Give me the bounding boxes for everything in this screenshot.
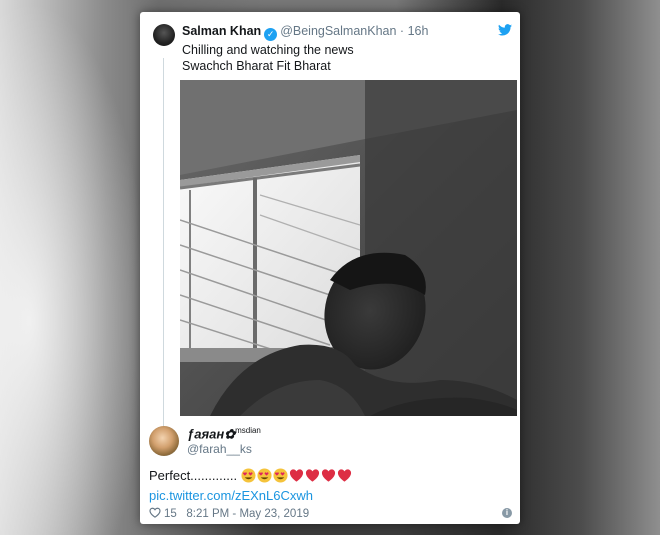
selfie-photo (180, 80, 517, 416)
author-name[interactable]: Salman Khan (182, 24, 261, 38)
reply-avatar[interactable] (149, 426, 179, 456)
red-heart-icon (321, 469, 335, 482)
tweet-photo[interactable] (180, 80, 517, 416)
info-icon[interactable]: i (502, 508, 512, 518)
like-count: 15 (164, 508, 177, 520)
avatar[interactable] (153, 24, 175, 46)
heart-eyes-icon (257, 468, 272, 483)
reply-text-content: Perfect............. (149, 468, 238, 483)
tweet-time[interactable]: 16h (408, 24, 429, 38)
reply-author-handle[interactable]: @farah__ks (187, 442, 252, 456)
thread-line (163, 58, 164, 431)
red-heart-icon (305, 469, 319, 482)
reply-author-name-text: ƒaяaн✿ (187, 426, 236, 442)
reply-author-name[interactable]: ƒaяaн✿msdian (187, 426, 261, 442)
reply-author-name-sup: msdian (235, 426, 261, 435)
photo-link[interactable]: pic.twitter.com/zEXnL6Cxwh (149, 488, 313, 503)
tweet-card: Salman Khan ✓ @BeingSalmanKhan · 16h Chill… (140, 12, 520, 524)
background-light-glow (0, 0, 150, 535)
verified-badge-icon: ✓ (264, 28, 278, 41)
tweet-footer: 15 8:21 PM - May 23, 2019 (149, 507, 309, 520)
red-heart-icon (289, 469, 303, 482)
red-heart-icon (337, 469, 351, 482)
tweet-header: Salman Khan ✓ @BeingSalmanKhan · 16h (182, 24, 428, 41)
like-heart-icon[interactable] (149, 507, 161, 518)
reply-text: Perfect............. (149, 468, 353, 483)
separator: · (399, 24, 405, 38)
tweet-text: Chilling and watching the news Swachch B… (182, 42, 354, 74)
author-handle[interactable]: @BeingSalmanKhan (280, 24, 396, 38)
tweet-text-line: Swachch Bharat Fit Bharat (182, 59, 331, 73)
twitter-bird-icon[interactable] (498, 24, 512, 36)
heart-eyes-icon (241, 468, 256, 483)
heart-eyes-icon (273, 468, 288, 483)
reply-timestamp[interactable]: 8:21 PM - May 23, 2019 (186, 508, 309, 520)
tweet-text-line: Chilling and watching the news (182, 43, 354, 57)
